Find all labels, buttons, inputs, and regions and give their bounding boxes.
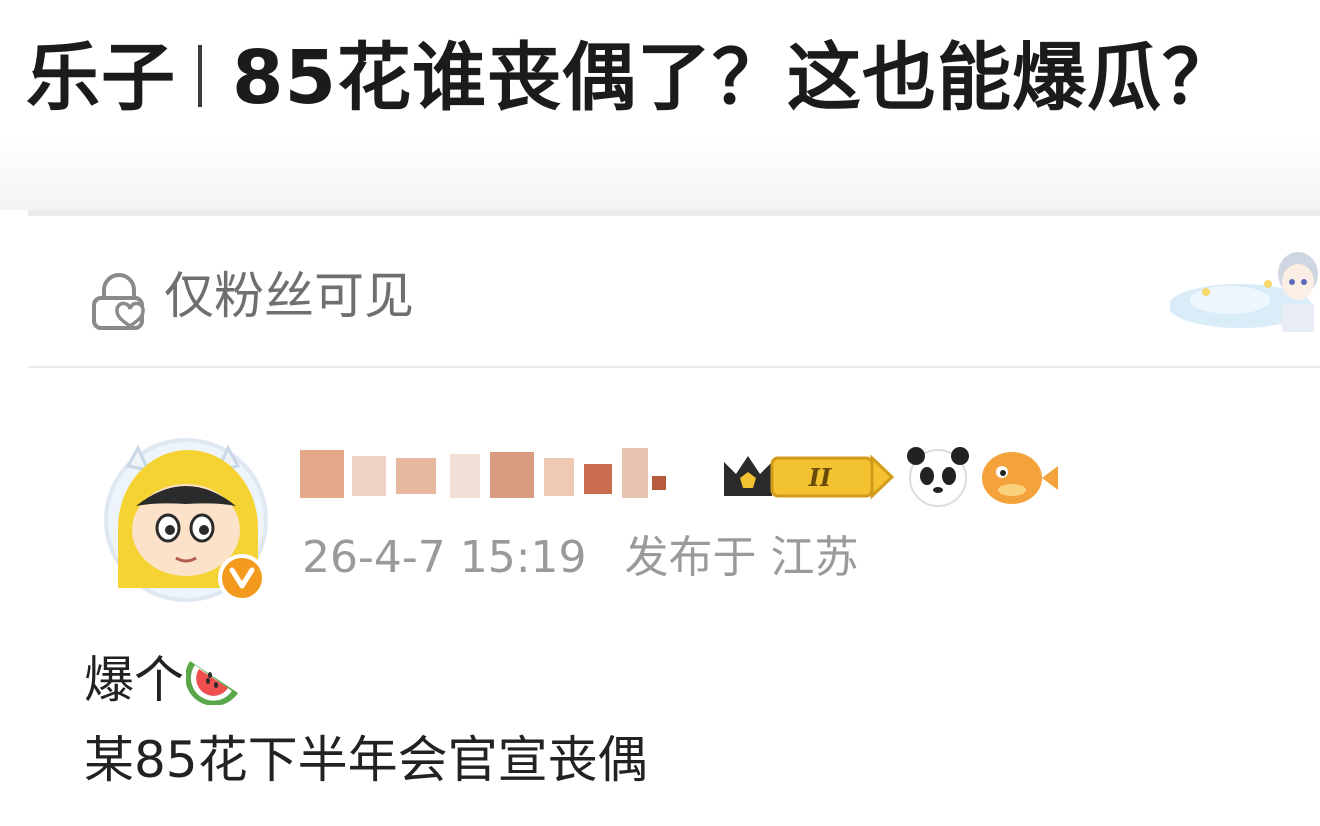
author-badges: II (724, 447, 1058, 507)
post-timestamp: 26-4-7 15:19 (302, 532, 587, 583)
header-shadow (0, 140, 1320, 210)
headline-title: 85花谁丧偶了？这也能爆瓜？ (232, 35, 1237, 121)
post-content-line-2: 某85花下半年会官宣丧偶 (84, 731, 648, 789)
post-content-line-1: 爆个 (84, 648, 242, 712)
watermelon-icon (186, 661, 238, 705)
crown-level-badge: II (724, 454, 895, 500)
visibility-label: 仅粉丝可见 (164, 267, 414, 325)
headline-tag: 乐子 (26, 35, 176, 121)
verified-badge-icon (218, 554, 266, 602)
visibility-row: 仅粉丝可见 (28, 216, 1320, 368)
post-card: 仅粉丝可见 II 26-4-7 15:19 发布于 江苏 爆个 某85花下半年会… (28, 210, 1320, 826)
avatar[interactable] (98, 408, 278, 608)
lock-heart-icon (92, 273, 145, 330)
anime-sticker-icon (1170, 252, 1318, 332)
panda-emoji-icon (907, 447, 969, 507)
post-text-1: 爆个 (84, 651, 184, 709)
post-meta: 26-4-7 15:19 发布于 江苏 (302, 528, 859, 588)
author-name-blurred[interactable] (300, 438, 700, 508)
post-location: 发布于 江苏 (624, 532, 859, 583)
headline-divider (198, 45, 202, 108)
pufferfish-emoji-icon (982, 452, 1058, 504)
headline-text: 乐子 85花谁丧偶了？这也能爆瓜？ (26, 30, 1237, 126)
article-headline: 乐子 85花谁丧偶了？这也能爆瓜？ (0, 0, 1320, 150)
level-badge-text: II (808, 463, 832, 492)
